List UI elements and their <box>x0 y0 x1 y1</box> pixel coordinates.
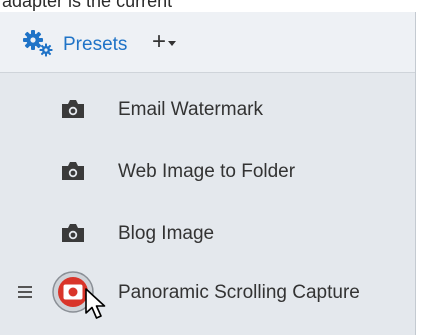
preset-label: Blog Image <box>118 223 215 244</box>
camera-icon <box>62 162 84 180</box>
preset-item-email-watermark[interactable]: Email Watermark <box>0 87 415 133</box>
top-cropped-text: adapter is the current <box>0 0 434 12</box>
preset-item-panoramic-scrolling-capture[interactable]: Panoramic Scrolling Capture <box>0 270 415 319</box>
preset-label: Email Watermark <box>118 99 263 120</box>
gear-icon[interactable] <box>22 29 54 57</box>
drag-handle-icon[interactable] <box>18 284 34 300</box>
preset-item-blog-image[interactable]: Blog Image <box>0 211 415 257</box>
plus-icon: + <box>152 28 167 55</box>
presets-panel: Presets + Email Watermark Web Image to F… <box>0 12 416 335</box>
camera-icon <box>62 224 84 242</box>
mouse-pointer-icon <box>85 288 106 319</box>
chevron-down-icon <box>168 41 177 46</box>
top-cropped-text-label: adapter is the current <box>2 0 173 11</box>
camera-icon <box>62 100 84 118</box>
add-preset-button[interactable]: + <box>152 28 177 55</box>
preset-label: Web Image to Folder <box>118 161 296 182</box>
presets-header: Presets + <box>0 12 415 73</box>
preset-label: Panoramic Scrolling Capture <box>118 282 360 303</box>
preset-item-web-image-to-folder[interactable]: Web Image to Folder <box>0 149 415 195</box>
presets-title[interactable]: Presets <box>63 34 127 56</box>
